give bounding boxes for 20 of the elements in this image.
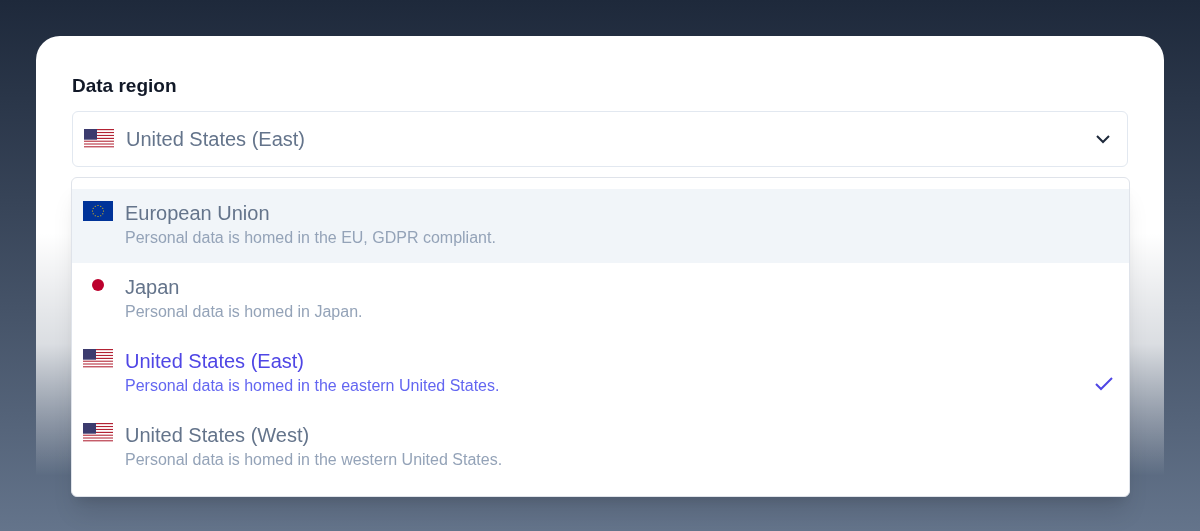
dropdown-option[interactable]: European Union Personal data is homed in the EU, GDPR compliant. [72,188,1129,263]
chevron-icon [1095,133,1111,144]
option-description: Personal data is homed in the EU, GDPR compliant. [125,227,497,248]
option-title: United States (East) [125,348,305,373]
dropdown-option[interactable]: Japan Personal data is homed in Japan. [72,262,1129,337]
option-title: United States (West) [125,422,311,447]
option-description: Personal data is homed in the western United States. [125,449,504,470]
select-field[interactable]: United States (East) [72,110,1128,167]
dropdown-option[interactable]: United States (East) Personal data is homed in the eastern United States. [72,336,1129,411]
dropdown-option[interactable]: United States (West) Personal data is homed in the western United States. [72,410,1129,485]
option-description: Personal data is homed in Japan. [125,301,364,322]
option-title: European Union [125,200,271,225]
us-flag-icon [84,128,114,149]
us-flag-icon [83,422,113,443]
field-label: Data region [72,74,178,98]
option-title: Japan [125,274,181,299]
us-flag-icon [83,348,113,369]
option-description: Personal data is homed in the eastern United States. [125,375,501,396]
checkmark-icon [1095,376,1113,391]
eu-flag-icon [83,200,113,221]
